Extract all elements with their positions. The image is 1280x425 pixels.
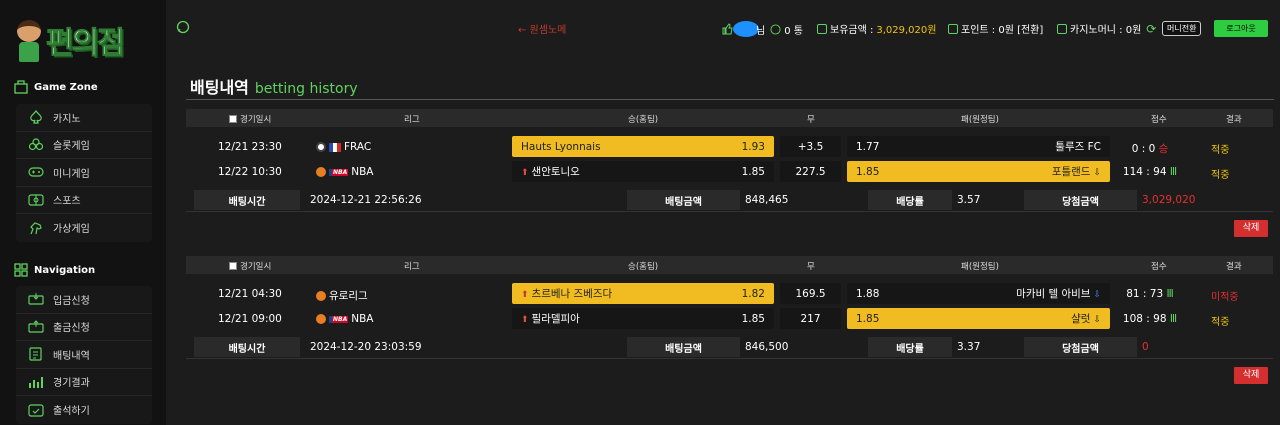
home-odds-button[interactable]: ⬆ 필라델피아 1.85 (512, 308, 774, 329)
home-odds-button[interactable]: ⬆ 츠르베나 즈베즈다 1.82 (512, 283, 774, 304)
france-flag-icon (329, 142, 341, 152)
game-zone-title: Game Zone (14, 80, 98, 94)
result-badge: 적중 (1211, 317, 1230, 328)
casino-icon (1057, 23, 1067, 34)
building-icon (14, 80, 28, 94)
basketball-icon (316, 167, 326, 177)
logo-text: 편의점 (46, 26, 126, 62)
gamepad-icon (28, 167, 44, 177)
table-row: 12/21 23:30 FRAC Hauts Lyonnais 1.93 +3.5… (186, 135, 1273, 159)
chat-icon[interactable] (176, 20, 190, 34)
stadium-icon (28, 194, 44, 206)
balance: 보유금액 : 3,029,020원 (817, 21, 936, 36)
message-icon[interactable] (770, 23, 781, 35)
logout-button[interactable]: 로그아웃 (1214, 20, 1268, 37)
game-zone-menu: 카지노 슬롯게임 미니게임 스포츠 가상게임 (16, 104, 152, 242)
result-badge: 적중 (1211, 170, 1230, 181)
history-icon (29, 347, 42, 361)
mascot-icon (14, 18, 44, 62)
nba-logo-icon: NBA (329, 168, 349, 176)
sidebar-item-attendance[interactable]: 출석하기 (16, 396, 152, 424)
result-badge: 적중 (1211, 145, 1230, 156)
nba-logo-icon: NBA (329, 315, 349, 323)
sidebar-item-casino[interactable]: 카지노 (16, 104, 152, 132)
bet-ticket-1: 경기일시 리그 승(홈팀) 무 패(원정팀) 점수 결과 12/21 23:30… (186, 109, 1273, 239)
sidebar-item-slot[interactable]: 슬롯게임 (16, 132, 152, 159)
away-odds-button[interactable]: 1.88 마카비 텔 아비브 ⇩ (847, 283, 1110, 304)
draw-odds-button[interactable]: 169.5 (780, 283, 841, 304)
arrow-up-icon: ⬆ (521, 315, 529, 325)
table-row: 12/21 04:30 유로리그 ⬆ 츠르베나 즈베즈다 1.82 169.5 1.… (186, 282, 1273, 306)
bet-summary: 배팅시간 2024-12-21 22:56:26 배팅금액 848,465 배당… (186, 189, 1273, 211)
basketball-icon (316, 314, 326, 324)
delete-button[interactable]: 삭제 (1234, 220, 1268, 237)
result-badge: 미적중 (1211, 292, 1239, 303)
sidebar-item-withdraw[interactable]: 출금신청 (16, 314, 152, 341)
results-icon (29, 376, 43, 388)
back-link[interactable]: ← 원셈노메 (518, 21, 566, 36)
draw-odds-button[interactable]: 227.5 (780, 161, 841, 182)
table-header: 경기일시 리그 승(홈팀) 무 패(원정팀) 점수 결과 (186, 256, 1273, 274)
arrow-down-icon: ⇩ (1093, 315, 1101, 325)
arrow-up-icon: ⬆ (521, 290, 529, 300)
page-title: 배팅내역 betting history (190, 78, 358, 97)
casino-money: 카지노머니 : 0원 ⟳ (1057, 21, 1156, 36)
sidebar-item-minigame[interactable]: 미니게임 (16, 159, 152, 187)
clover-icon (28, 138, 44, 150)
sidebar-item-virtual[interactable]: 가상게임 (16, 214, 152, 242)
table-row: 12/22 10:30 NBA NBA ⬆ 샌안토니오 1.85 227.5 1.85… (186, 160, 1273, 184)
site-logo[interactable]: 편의점 (14, 18, 126, 62)
navigation-menu: 입금신청 출금신청 배팅내역 경기결과 출석하기 (16, 286, 152, 424)
message-count[interactable]: 0 통 (784, 22, 803, 37)
draw-odds-button[interactable]: +3.5 (780, 136, 841, 157)
arrow-down-icon: ⇩ (1093, 168, 1101, 178)
user-info: 님 0 통 (722, 21, 803, 37)
away-odds-button[interactable]: 1.85 포틀랜드 ⇩ (847, 161, 1110, 182)
table-row: 12/21 09:00 NBA NBA ⬆ 필라델피아 1.85 217 1.85 샬럿… (186, 307, 1273, 331)
select-checkbox[interactable] (229, 115, 237, 123)
attendance-icon (28, 404, 44, 417)
navigation-title: Navigation (14, 263, 95, 277)
home-odds-button[interactable]: Hauts Lyonnais 1.93 (512, 136, 774, 157)
soccer-icon (316, 142, 326, 152)
arrow-down-icon: ⇩ (1093, 290, 1101, 300)
sidebar-item-results[interactable]: 경기결과 (16, 369, 152, 396)
away-odds-button[interactable]: 1.77 툴루즈 FC (847, 136, 1110, 157)
deposit-icon (28, 293, 44, 305)
sidebar-item-history[interactable]: 배팅내역 (16, 341, 152, 369)
grid-icon (14, 263, 28, 277)
basketball-icon (316, 290, 326, 301)
balance-value: 3,029,020원 (876, 25, 937, 36)
spade-icon (30, 110, 42, 124)
points[interactable]: 포인트 : 0원 [전환] (948, 21, 1043, 36)
table-header: 경기일시 리그 승(홈팀) 무 패(원정팀) 점수 결과 (186, 109, 1273, 127)
sidebar-item-deposit[interactable]: 입금신청 (16, 286, 152, 314)
delete-button[interactable]: 삭제 (1234, 367, 1268, 384)
withdraw-icon (28, 320, 44, 333)
title-divider (186, 99, 1274, 100)
bet-ticket-2: 경기일시 리그 승(홈팀) 무 패(원정팀) 점수 결과 12/21 04:30… (186, 256, 1273, 386)
arrow-up-icon: ⬆ (521, 168, 529, 178)
wallet-icon (817, 23, 827, 34)
money-transfer-button[interactable]: 머니전환 (1162, 21, 1202, 36)
point-icon (948, 23, 958, 34)
bet-summary: 배팅시간 2024-12-20 23:03:59 배팅금액 846,500 배당… (186, 336, 1273, 358)
home-odds-button[interactable]: ⬆ 샌안토니오 1.85 (512, 161, 774, 182)
sidebar-item-sports[interactable]: 스포츠 (16, 187, 152, 214)
away-odds-button[interactable]: 1.85 샬럿 ⇩ (847, 308, 1110, 329)
select-checkbox[interactable] (229, 262, 237, 270)
top-header: ← 원셈노메 님 0 통 보유금액 : 3,029,020원 포인트 : 0원 … (166, 0, 1280, 56)
sidebar: 편의점 Game Zone 카지노 슬롯게임 미니게임 스포츠 가상게임 Nav… (0, 0, 166, 425)
horse-icon (30, 222, 42, 234)
draw-odds-button[interactable]: 217 (780, 308, 841, 329)
refresh-icon[interactable]: ⟳ (1146, 22, 1156, 36)
